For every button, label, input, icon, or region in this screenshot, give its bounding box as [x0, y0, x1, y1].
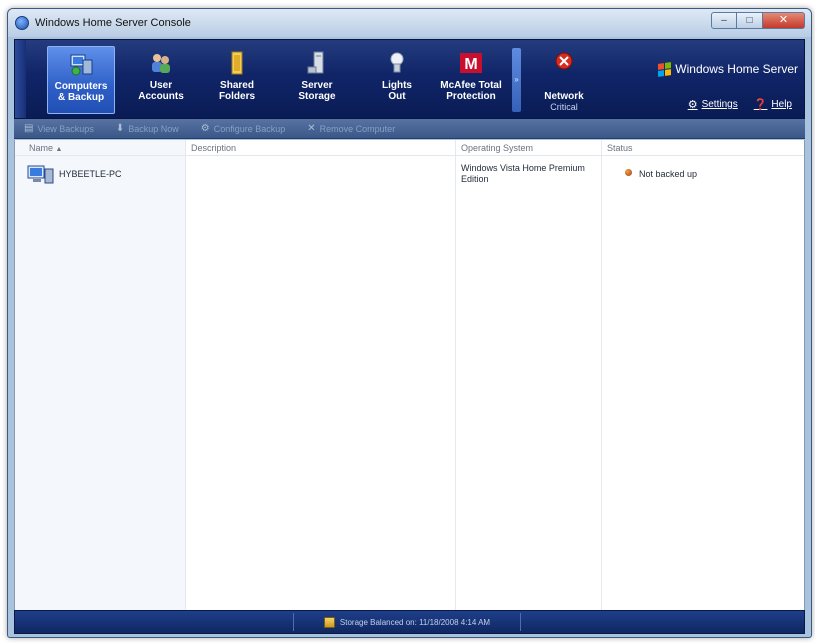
column-header-description[interactable]: Description — [191, 143, 236, 153]
lights-out-icon — [384, 50, 410, 76]
table-row[interactable]: HYBEETLE-PC Windows Vista Home Premium E… — [15, 160, 804, 196]
top-links: ⚙ Settings ❓ Help — [688, 98, 792, 111]
computers-backup-icon — [68, 51, 94, 77]
tab-label: Network — [544, 91, 584, 102]
tab-label: Computers — [54, 81, 108, 92]
help-icon: ❓ — [753, 99, 768, 111]
toolbar-button-label: Backup Now — [128, 123, 179, 134]
tab-label: Protection — [446, 91, 496, 102]
warning-status-icon — [625, 169, 632, 176]
column-header-name[interactable]: Name ▲ — [29, 143, 62, 153]
close-button[interactable]: ✕ — [763, 12, 805, 29]
remove-icon: ✕ — [307, 123, 316, 134]
configure-backup-button[interactable]: ⚙ Configure Backup — [201, 123, 286, 134]
windows-home-server-brand: Windows Home Server — [658, 61, 798, 77]
brand-text: Windows Home Server — [675, 62, 798, 76]
configure-backup-icon: ⚙ — [200, 123, 210, 134]
tab-shared-folders[interactable]: Shared Folders — [203, 46, 271, 114]
tab-label: Out — [388, 91, 406, 102]
toolbar-button-label: Remove Computer — [319, 123, 396, 134]
tab-label: McAfee Total — [440, 80, 502, 91]
minimize-button[interactable]: – — [711, 12, 737, 29]
column-header-operating-system[interactable]: Operating System — [461, 143, 533, 153]
shared-folders-icon — [224, 50, 250, 76]
server-storage-icon — [304, 50, 330, 76]
network-status-text: Critical — [550, 102, 578, 112]
tab-label: Storage — [298, 91, 336, 102]
user-accounts-icon — [148, 50, 174, 76]
remove-computer-button[interactable]: ✕ Remove Computer — [307, 123, 395, 134]
window-controls: – □ ✕ — [711, 12, 805, 29]
computers-list: Name ▲ Description Operating System Stat… — [14, 140, 805, 610]
computer-status: Not backed up — [639, 169, 698, 179]
help-label: Help — [771, 99, 792, 110]
settings-label: Settings — [701, 99, 738, 110]
svg-text:M: M — [464, 56, 477, 73]
windows-logo-icon — [658, 61, 672, 77]
tab-label: Folders — [218, 91, 256, 102]
column-header-status[interactable]: Status — [607, 143, 633, 153]
computer-icon — [27, 165, 55, 185]
sort-ascending-icon: ▲ — [55, 146, 63, 153]
nav-left-edge — [15, 40, 26, 118]
mcafee-icon: M — [458, 50, 484, 76]
title-bar[interactable]: Windows Home Server Console – □ ✕ — [8, 9, 811, 37]
storage-balance-panel: Storage Balanced on: 11/18/2008 4:14 AM — [293, 613, 521, 631]
window-title: Windows Home Server Console — [35, 17, 191, 29]
toolbar-button-label: View Backups — [37, 123, 94, 134]
network-critical-icon — [551, 50, 577, 76]
toolbar-button-label: Configure Backup — [213, 123, 286, 134]
tab-label: Shared — [220, 80, 254, 91]
navigation-band: Computers & Backup User Accounts Shared … — [14, 39, 805, 119]
tab-mcafee-total-protection[interactable]: M McAfee Total Protection — [435, 46, 507, 114]
tab-computers-backup[interactable]: Computers & Backup — [47, 46, 115, 114]
tab-label: Lights — [382, 80, 412, 91]
tab-network[interactable]: Network Critical — [530, 46, 598, 114]
storage-balanced-icon — [323, 616, 335, 628]
computer-name: HYBEETLE-PC — [59, 169, 122, 179]
view-backups-button[interactable]: ▤ View Backups — [24, 123, 94, 134]
tab-label: User — [149, 80, 173, 91]
tab-lights-out[interactable]: Lights Out — [363, 46, 431, 114]
storage-balanced-text: Storage Balanced on: 11/18/2008 4:14 AM — [339, 617, 491, 627]
list-header: Name ▲ Description Operating System Stat… — [15, 140, 804, 156]
backup-now-icon: ⬇ — [115, 123, 125, 134]
backup-now-button[interactable]: ⬇ Backup Now — [116, 123, 179, 134]
computer-os: Windows Vista Home Premium Edition — [461, 163, 585, 184]
view-backups-icon: ▤ — [24, 123, 34, 134]
status-bar: Storage Balanced on: 11/18/2008 4:14 AM — [14, 610, 805, 634]
action-toolbar: ▤ View Backups ⬇ Backup Now ⚙ Configure … — [14, 119, 805, 139]
home-server-app-icon — [15, 16, 29, 30]
help-link[interactable]: ❓ Help — [754, 98, 792, 111]
tab-label: Server — [301, 80, 333, 91]
tab-label: & Backup — [57, 92, 105, 103]
nav-scroll-button[interactable]: » — [512, 48, 521, 112]
settings-link[interactable]: ⚙ Settings — [688, 98, 738, 111]
tab-user-accounts[interactable]: User Accounts — [127, 46, 195, 114]
tab-label: Accounts — [138, 91, 184, 102]
tab-server-storage[interactable]: Server Storage — [283, 46, 351, 114]
settings-icon: ⚙ — [687, 99, 698, 111]
maximize-button[interactable]: □ — [737, 12, 763, 29]
console-window: Windows Home Server Console – □ ✕ Comput… — [7, 8, 812, 638]
